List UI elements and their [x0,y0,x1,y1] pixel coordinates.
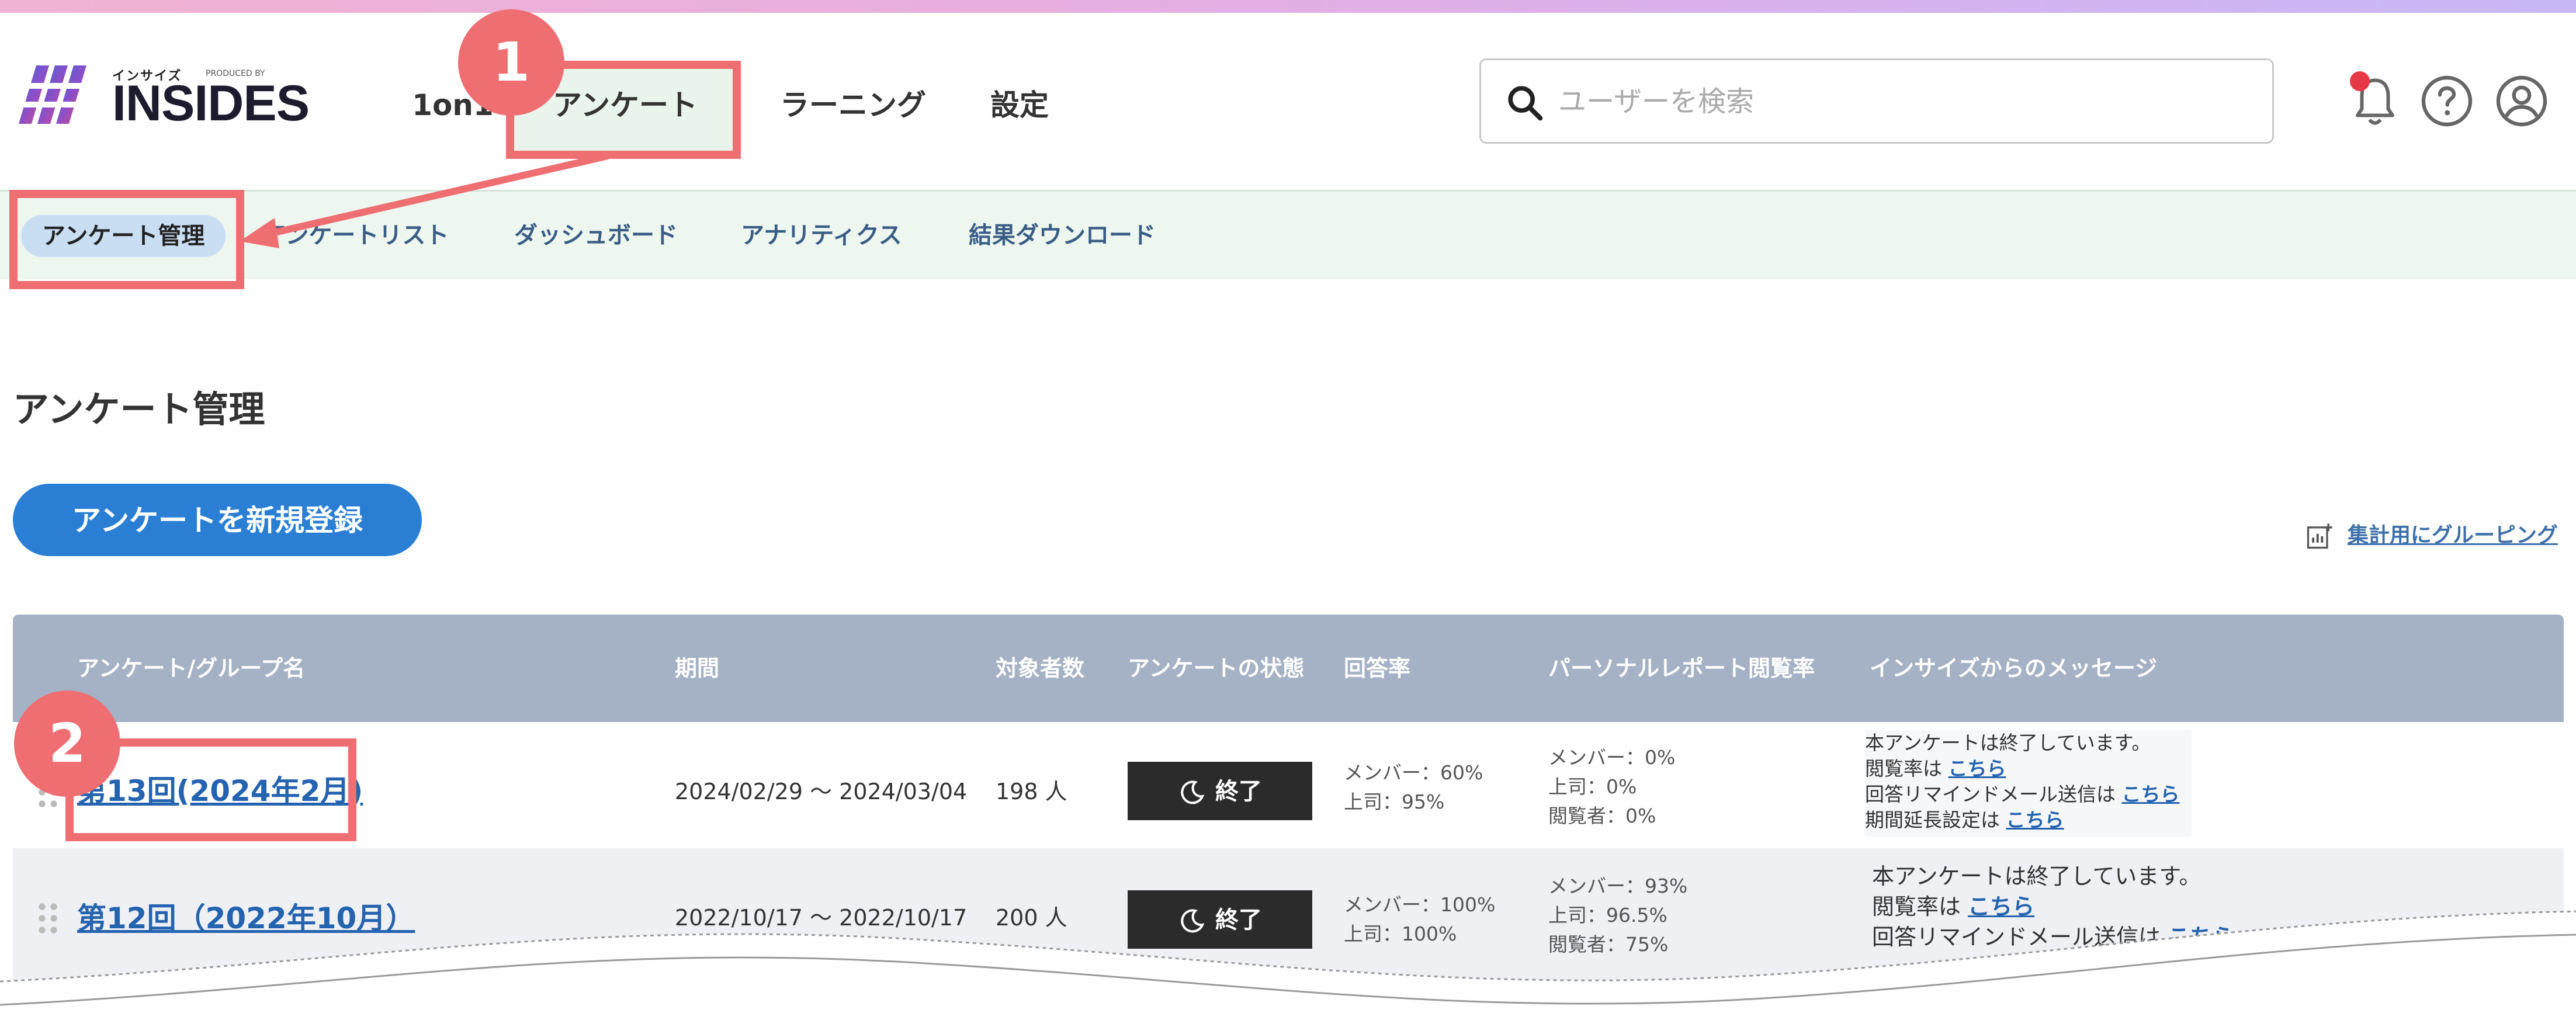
message-line: 期間延長設定は [1865,809,2000,831]
annotation-arrow [240,152,609,248]
col-report-rate: パーソナルレポート閲覧率 [1548,655,1815,681]
subnav-result-download[interactable]: 結果ダウンロード [969,218,1156,253]
col-survey-name: アンケート/グループ名 [77,655,306,681]
reminder-mail-link[interactable]: こちら [2122,783,2180,806]
target-count: 198 人 [996,779,1067,804]
report-rate-boss: 上司：0% [1548,775,1637,798]
annotation-box-survey-management [9,190,244,289]
table-header: アンケート/グループ名 期間 対象者数 アンケートの状態 回答率 パーソナルレポ… [13,615,2564,722]
status-ended-button[interactable]: 終了 [1128,762,1312,820]
chart-group-icon [2307,523,2332,549]
view-rate-link[interactable]: こちら [1949,757,2006,780]
help-icon[interactable] [2419,73,2475,129]
top-gradient-bar [0,0,2576,13]
torn-edge-decoration [0,910,2576,1020]
logo-mark-icon [19,65,100,124]
annotation-badge: 2 [14,691,120,797]
search-input[interactable] [1557,78,2249,126]
period: 2024/02/29 ～ 2024/03/04 [675,779,968,804]
col-target-count: 対象者数 [996,655,1085,681]
page-title: アンケート管理 [13,388,265,431]
message-line: 回答リマインドメール送信は [1865,783,2116,806]
grouping-link[interactable]: 集計用にグルーピング [2348,521,2558,550]
col-message: インサイズからのメッセージ [1870,655,2158,681]
annotation-badge: 1 [458,9,564,116]
answer-rate-boss: 上司：95% [1344,790,1445,813]
logo[interactable]: インサイズ PRODUCED BY INSIDES [19,65,317,130]
message-line: 本アンケートは終了しています。 [1865,731,2151,754]
moon-icon [1181,780,1205,804]
col-status: アンケートの状態 [1128,655,1305,681]
insides-message: 本アンケートは終了しています。 閲覧率は こちら 回答リマインドメール送信は こ… [1865,730,2192,837]
message-line: 本アンケートは終了しています。 [1872,863,2201,889]
answer-rate: メンバー：60% 上司：95% [1344,758,1483,817]
status-label: 終了 [1215,778,1262,805]
report-rate: メンバー：0% 上司：0% 閲覧者：0% [1548,743,1675,831]
table-row: 第13回(2024年2月) 2024/02/29 ～ 2024/03/04 19… [13,722,2564,848]
search-icon [1508,86,1543,121]
extend-period-link[interactable]: こちら [2006,809,2064,831]
search-box[interactable] [1479,58,2274,144]
nav-learning[interactable]: ラーニング [765,82,941,129]
nav-settings[interactable]: 設定 [982,82,1058,129]
report-rate-viewer: 閲覧者：0% [1548,804,1656,827]
message-line: 閲覧率は [1865,757,1942,780]
new-survey-button[interactable]: アンケートを新規登録 [13,484,422,556]
logo-name: INSIDES [112,75,310,131]
col-period: 期間 [675,655,720,681]
report-rate-member: メンバー：0% [1548,746,1676,769]
user-account-icon[interactable] [2494,73,2550,129]
subnav-analytics[interactable]: アナリティクス [741,218,902,253]
answer-rate-member: メンバー：60% [1344,761,1483,784]
col-answer-rate: 回答率 [1344,655,1411,681]
notification-dot [2350,71,2370,91]
